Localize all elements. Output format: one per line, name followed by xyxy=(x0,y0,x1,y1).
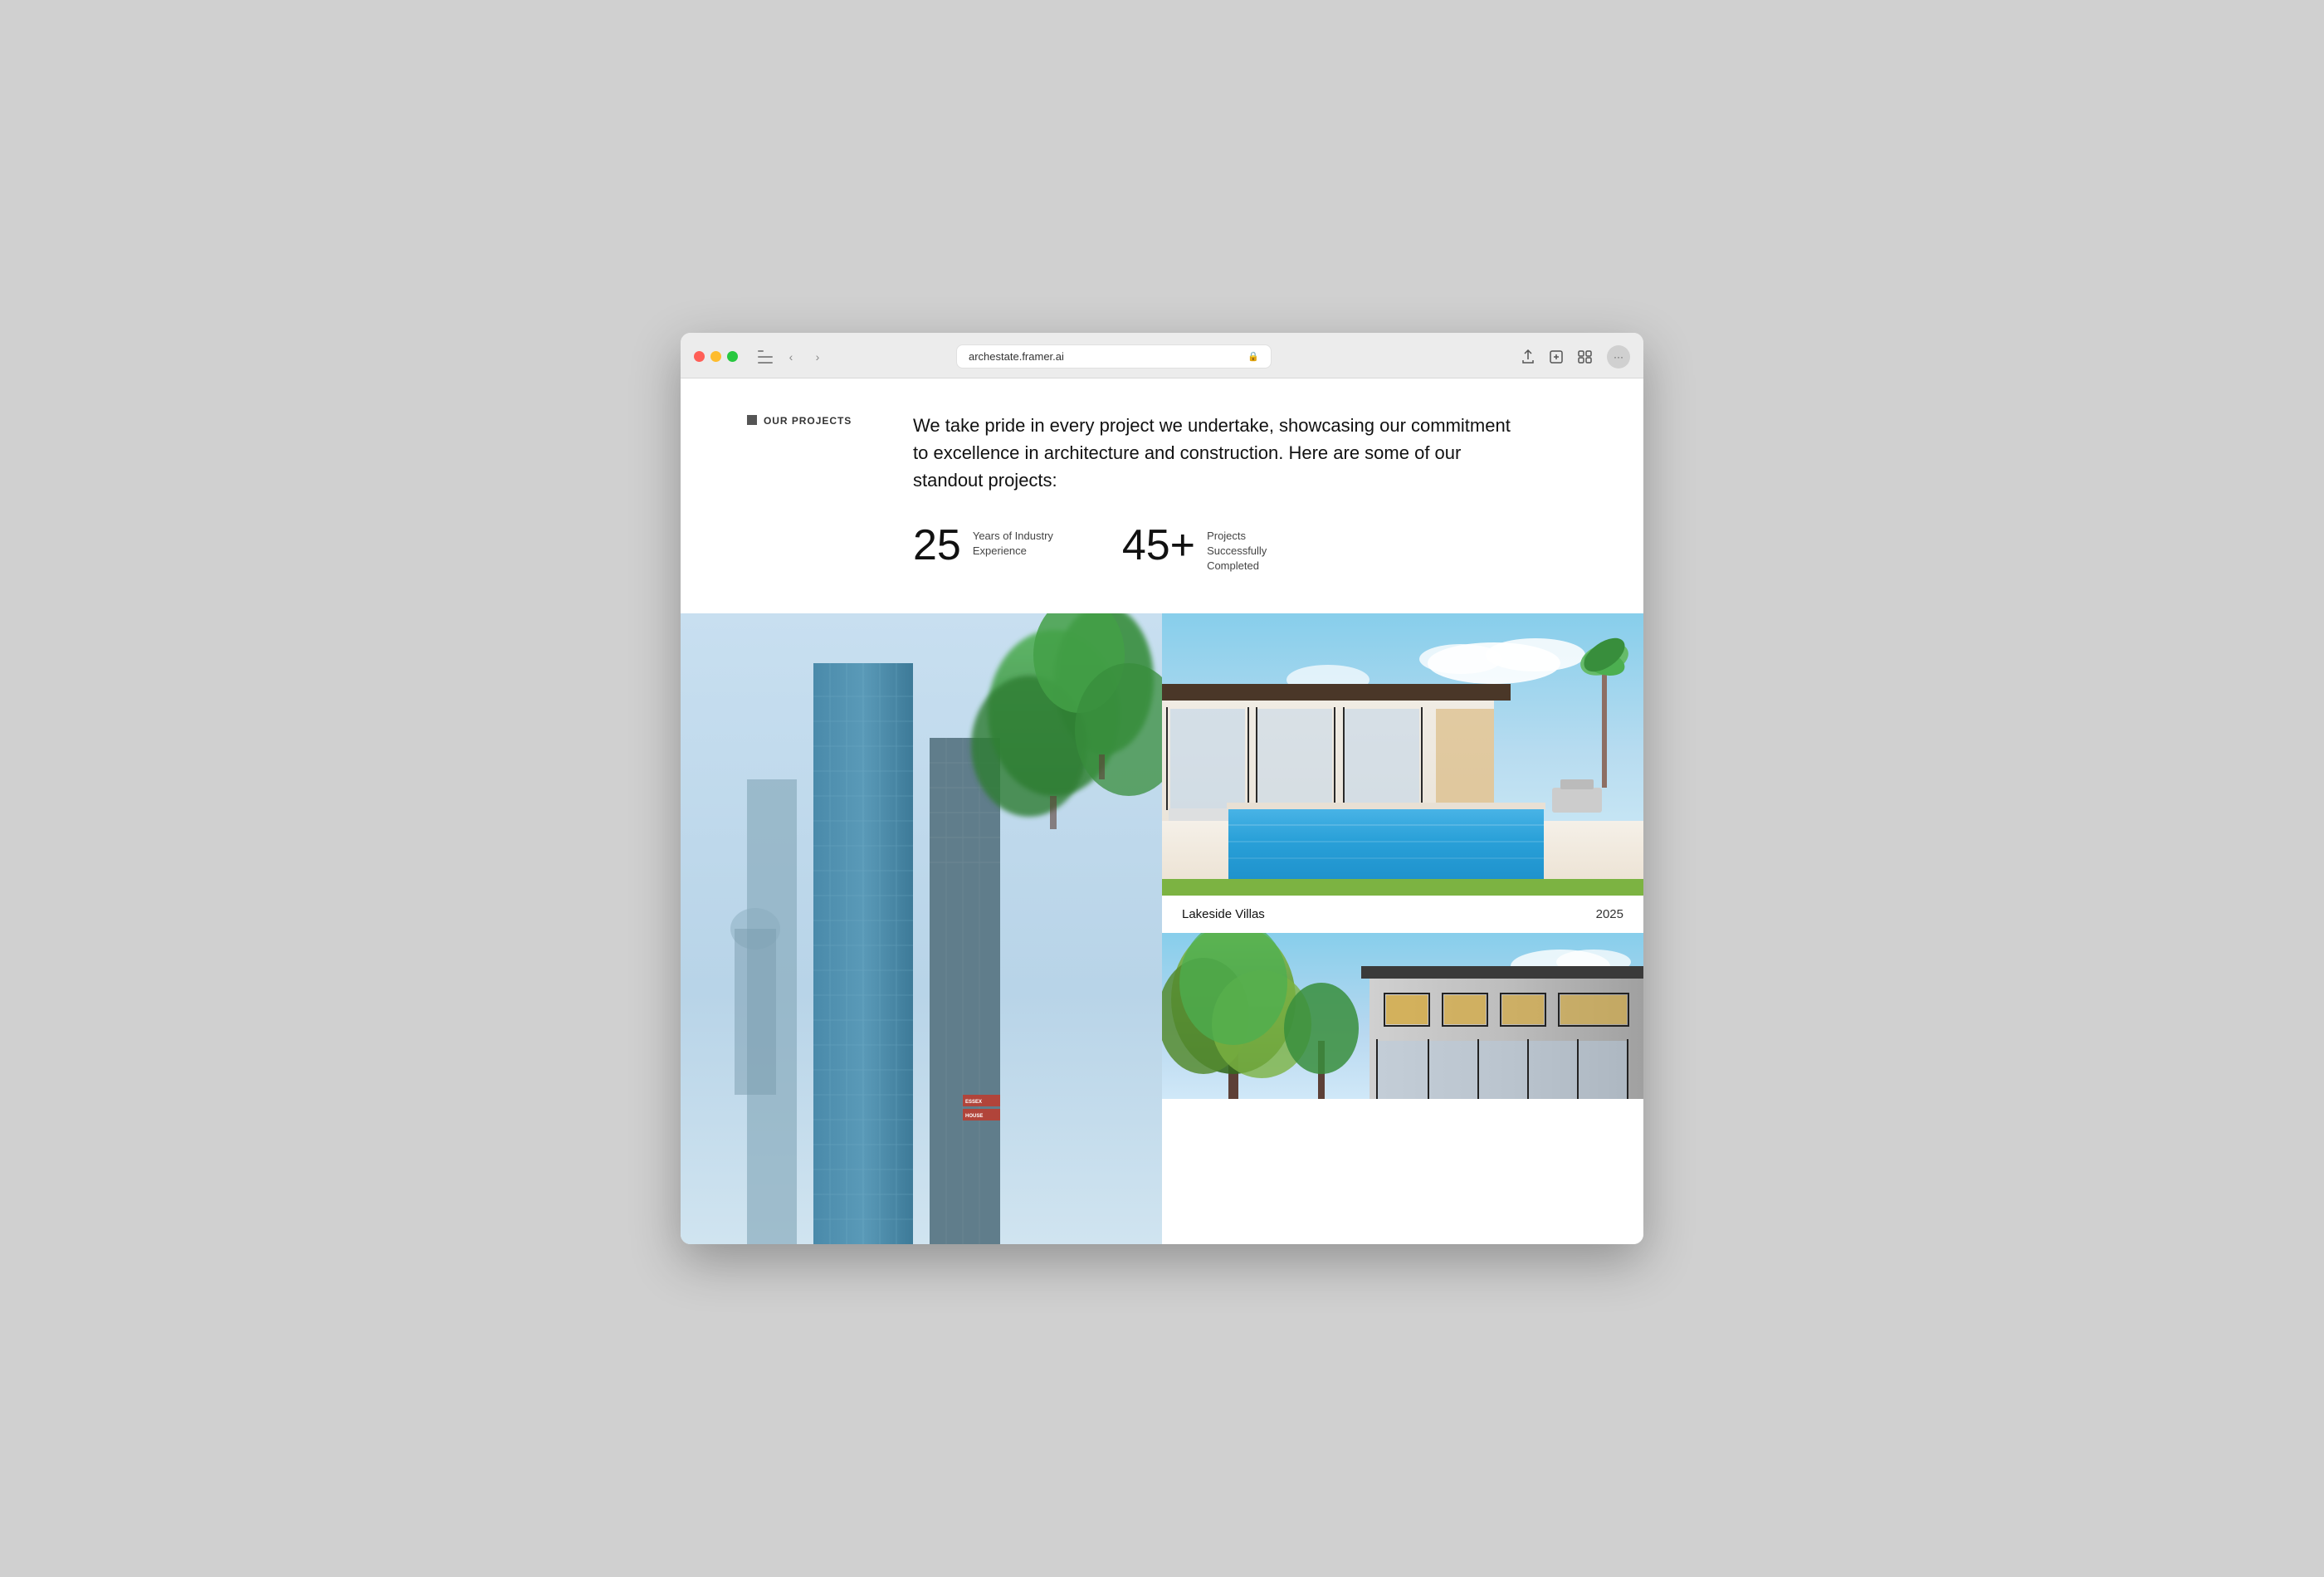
tab-overview-button[interactable] xyxy=(1572,344,1597,369)
project-caption-lakeside: Lakeside Villas 2025 xyxy=(1182,896,1623,933)
skyscraper-image: ESSEX HOUSE xyxy=(681,613,1162,1244)
browser-window: ‹ › archestate.framer.ai 🔒 xyxy=(681,333,1643,1245)
browser-chrome: ‹ › archestate.framer.ai 🔒 xyxy=(681,333,1643,378)
project-name-lakeside: Lakeside Villas xyxy=(1182,907,1265,921)
intro-section: We take pride in every project we undert… xyxy=(913,412,1577,608)
stat-label-years: Years of Industry Experience xyxy=(973,524,1056,559)
svg-text:ESSEX: ESSEX xyxy=(965,1100,982,1105)
address-bar[interactable]: archestate.framer.ai 🔒 xyxy=(956,344,1272,369)
section-label: OUR PROJECTS xyxy=(764,415,852,427)
section-bullet xyxy=(747,415,757,425)
stat-number-projects: 45+ xyxy=(1122,524,1195,567)
grid-right: Lakeside Villas 2025 xyxy=(1162,613,1643,1099)
lock-icon: 🔒 xyxy=(1247,351,1259,362)
minimize-button[interactable] xyxy=(710,351,721,362)
project-bottom-right xyxy=(1162,933,1643,1099)
back-button[interactable]: ‹ xyxy=(779,345,803,369)
stat-label-projects: Projects Successfully Completed xyxy=(1207,524,1290,574)
project-year-lakeside: 2025 xyxy=(1596,907,1623,921)
pool-villa-image xyxy=(1162,613,1643,896)
project-top-right: Lakeside Villas 2025 xyxy=(1162,613,1643,933)
stats-row: 25 Years of Industry Experience 45+ Proj… xyxy=(913,524,1577,574)
svg-text:HOUSE: HOUSE xyxy=(965,1114,983,1119)
browser-actions: ··· xyxy=(1516,344,1630,369)
stat-item-years: 25 Years of Industry Experience xyxy=(913,524,1056,567)
maximize-button[interactable] xyxy=(727,351,738,362)
new-tab-button[interactable] xyxy=(1544,344,1569,369)
projects-grid: ESSEX HOUSE xyxy=(681,613,1643,1244)
browser-controls: ‹ › xyxy=(753,345,829,369)
traffic-lights xyxy=(694,351,738,362)
sidebar-toggle-button[interactable] xyxy=(753,345,776,369)
intro-text: We take pride in every project we undert… xyxy=(913,412,1511,494)
url-text: archestate.framer.ai xyxy=(969,350,1064,363)
project-left: ESSEX HOUSE xyxy=(681,613,1162,1244)
stat-item-projects: 45+ Projects Successfully Completed xyxy=(1122,524,1290,574)
close-button[interactable] xyxy=(694,351,705,362)
forward-button[interactable]: › xyxy=(806,345,829,369)
page-content: OUR PROJECTS We take pride in every proj… xyxy=(681,378,1643,1245)
stat-number-years: 25 xyxy=(913,524,961,567)
treehouse-image xyxy=(1162,933,1643,1099)
share-button[interactable] xyxy=(1516,344,1540,369)
more-options-button[interactable]: ··· xyxy=(1607,345,1630,369)
sidebar-icon xyxy=(758,350,773,364)
